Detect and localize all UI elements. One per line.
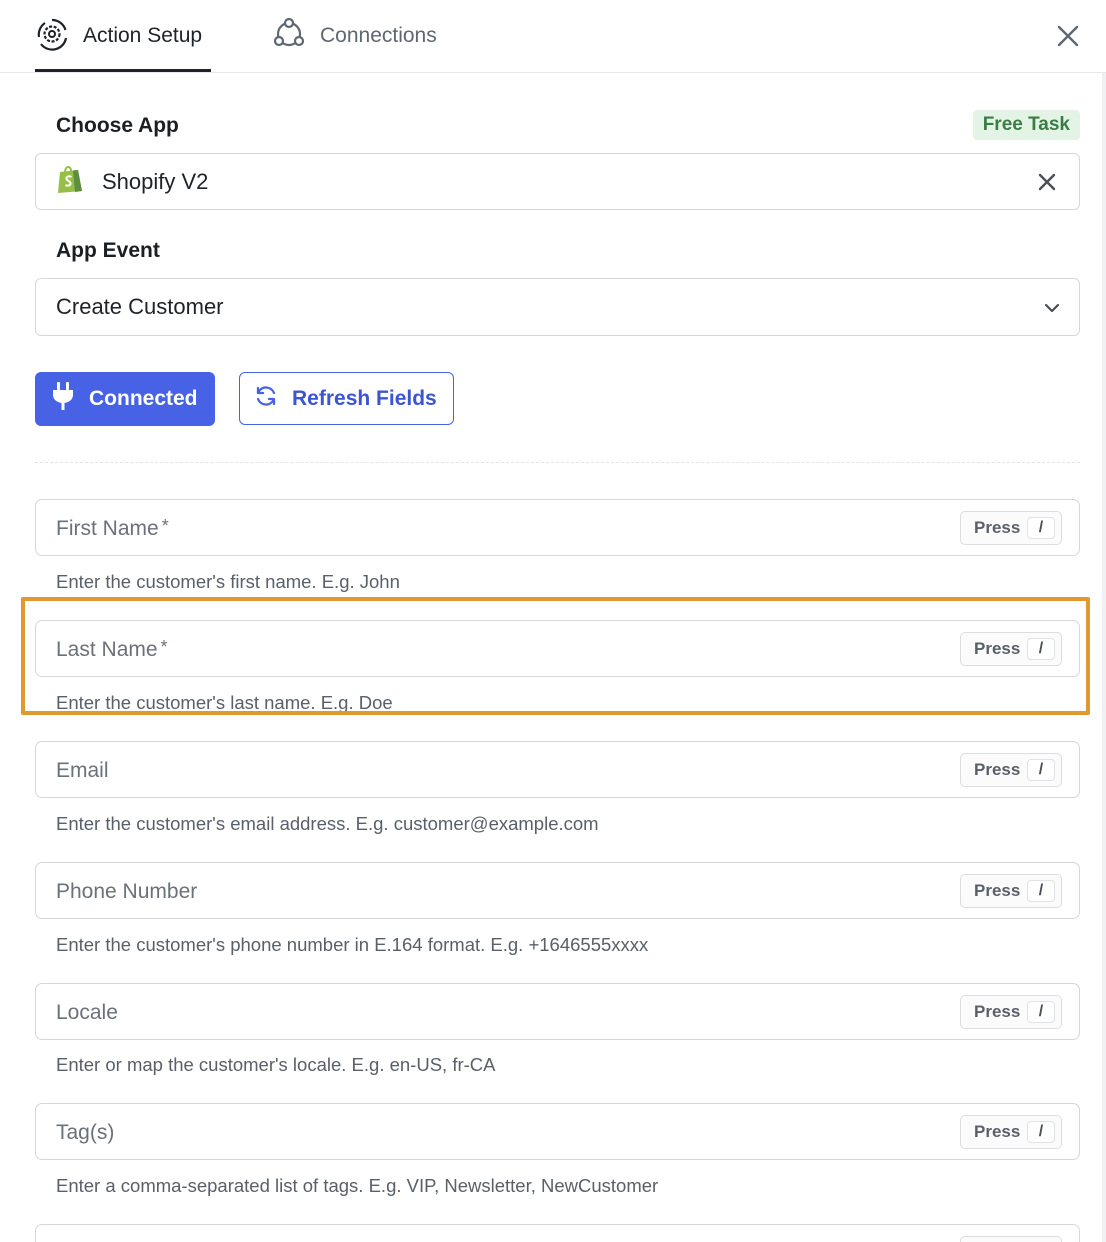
- field-label: Tag(s): [56, 1121, 115, 1144]
- press-slash-hint[interactable]: Press /: [960, 632, 1062, 666]
- tags-help: Enter a comma-separated list of tags. E.…: [56, 1175, 659, 1196]
- tab-label: Connections: [320, 24, 437, 47]
- last-name-input[interactable]: Last Name * Press /: [35, 620, 1080, 677]
- app-event-label: App Event: [56, 239, 160, 262]
- free-task-badge: Free Task: [972, 110, 1080, 140]
- required-marker: *: [160, 637, 168, 657]
- refresh-fields-button[interactable]: Refresh Fields: [239, 372, 454, 425]
- close-icon[interactable]: [1056, 24, 1080, 48]
- field-label: Locale: [56, 1001, 118, 1024]
- choose-app-label: Choose App: [56, 114, 179, 137]
- selected-event: Create Customer: [56, 294, 224, 319]
- slash-key: /: [1027, 1121, 1055, 1143]
- connected-label: Connected: [89, 387, 198, 410]
- slash-key: /: [1027, 638, 1055, 660]
- tags-input[interactable]: Tag(s) Press /: [35, 1103, 1080, 1160]
- locale-help: Enter or map the customer's locale. E.g.…: [56, 1054, 496, 1075]
- phone-number-input[interactable]: Phone Number Press /: [35, 862, 1080, 919]
- field-label: Email: [56, 759, 109, 782]
- press-slash-hint[interactable]: Press /: [960, 874, 1062, 908]
- last-name-help: Enter the customer's last name. E.g. Doe: [56, 692, 393, 713]
- locale-input[interactable]: Locale Press /: [35, 983, 1080, 1040]
- press-slash-hint[interactable]: Press /: [960, 753, 1062, 787]
- plug-icon: [51, 381, 75, 417]
- tab-label: Action Setup: [83, 24, 203, 47]
- phone-number-help: Enter the customer's phone number in E.1…: [56, 934, 649, 955]
- slash-key: /: [1027, 759, 1055, 781]
- press-slash-hint[interactable]: Press /: [960, 1115, 1062, 1149]
- chevron-down-icon: [1043, 301, 1061, 315]
- tab-bar: Action Setup Connections: [0, 0, 1106, 73]
- field-label: Phone Number: [56, 880, 198, 903]
- shopify-bag-icon: [56, 164, 84, 199]
- clear-app-icon[interactable]: [1037, 172, 1057, 192]
- required-marker: *: [161, 516, 169, 536]
- section-divider: [35, 462, 1080, 463]
- next-field-input[interactable]: [35, 1224, 1080, 1242]
- field-label: Last Name *: [56, 637, 168, 661]
- press-slash-hint[interactable]: Press /: [960, 511, 1062, 545]
- first-name-input[interactable]: First Name * Press /: [35, 499, 1080, 556]
- press-slash-hint[interactable]: Press /: [960, 995, 1062, 1029]
- connected-button[interactable]: Connected: [35, 372, 215, 426]
- gear-cycle-icon: [35, 17, 69, 56]
- slash-key: /: [1027, 880, 1055, 902]
- email-help: Enter the customer's email address. E.g.…: [56, 813, 599, 834]
- refresh-icon: [254, 384, 278, 414]
- selected-app-name: Shopify V2: [102, 168, 209, 194]
- app-event-select[interactable]: Create Customer: [35, 278, 1080, 336]
- press-slash-hint[interactable]: [960, 1236, 1062, 1242]
- tab-connections[interactable]: Connections: [272, 0, 437, 72]
- app-select[interactable]: Shopify V2: [35, 153, 1080, 210]
- email-input[interactable]: Email Press /: [35, 741, 1080, 798]
- slash-key: /: [1027, 1001, 1055, 1023]
- tab-action-setup[interactable]: Action Setup: [35, 0, 211, 72]
- network-icon: [272, 17, 306, 56]
- field-label: First Name *: [56, 516, 169, 540]
- refresh-fields-label: Refresh Fields: [292, 386, 437, 410]
- first-name-help: Enter the customer's first name. E.g. Jo…: [56, 571, 400, 592]
- scrollbar-track[interactable]: [1102, 73, 1106, 1242]
- slash-key: /: [1027, 517, 1055, 539]
